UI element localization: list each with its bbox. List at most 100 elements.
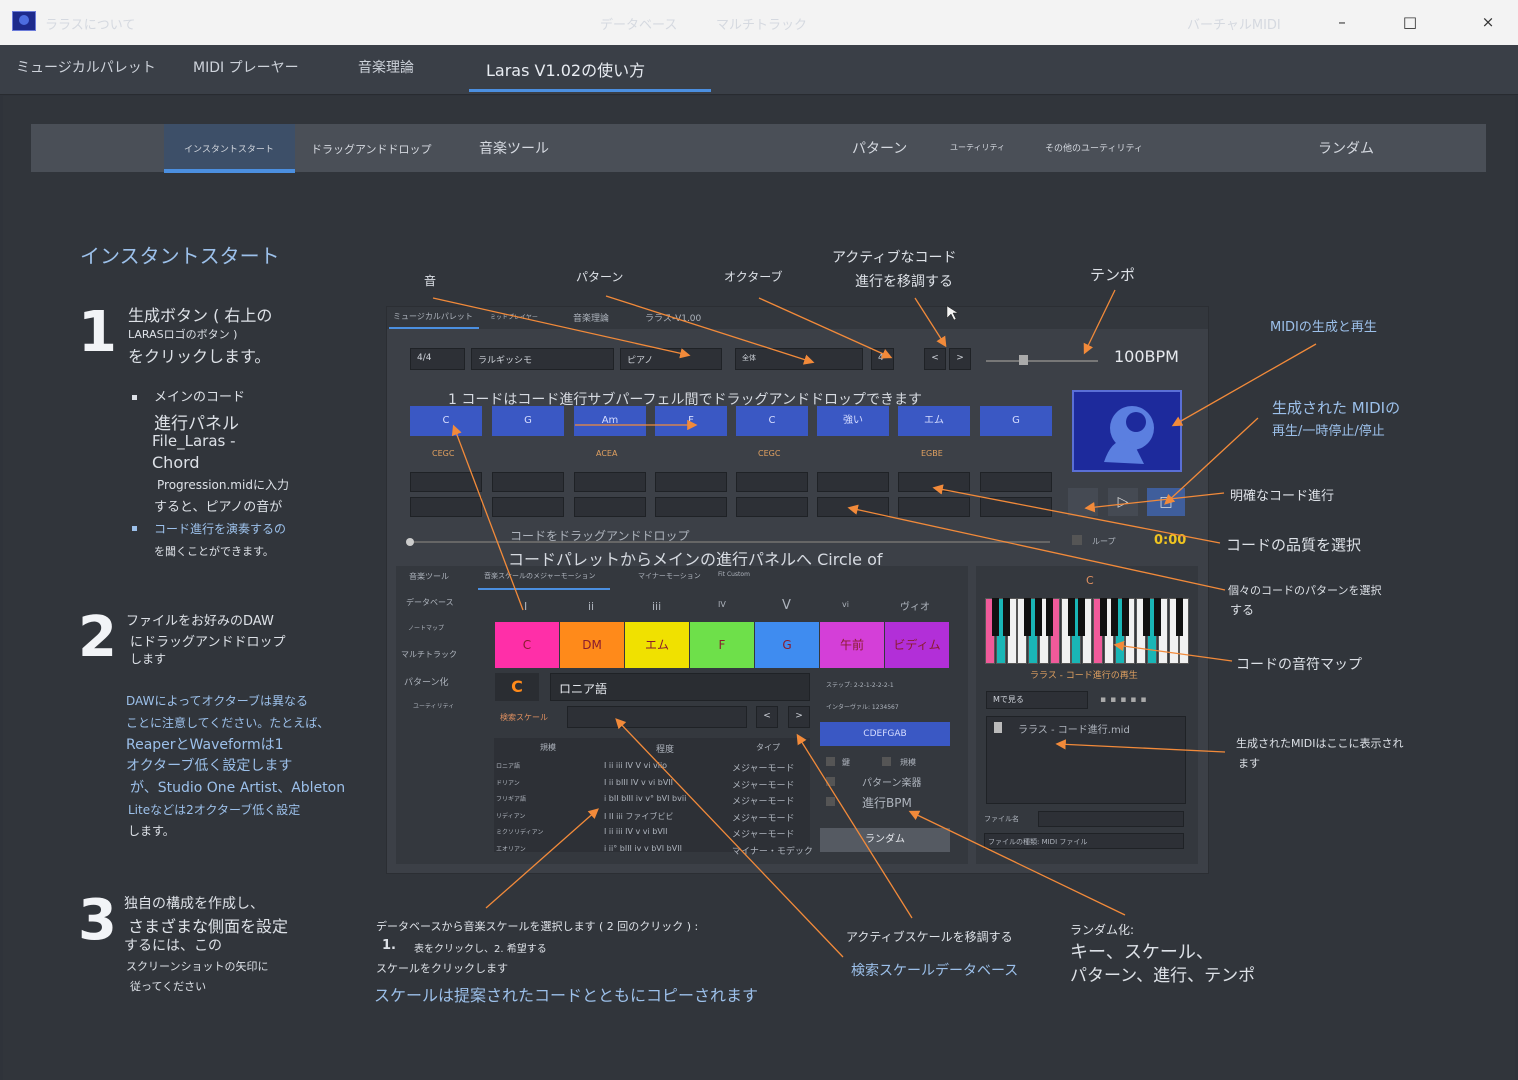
app-quality-select[interactable] — [817, 497, 889, 517]
app-tempo-handle[interactable] — [1019, 355, 1028, 365]
piano-black-key[interactable] — [1078, 598, 1086, 636]
app-palette-chord[interactable]: 午前 — [820, 622, 884, 668]
scale-row-type[interactable]: メジャーモード — [732, 794, 795, 807]
app-scale-prev[interactable]: < — [756, 706, 778, 728]
app-bpm-checkbox[interactable] — [826, 797, 835, 806]
scale-row-name[interactable]: フリギア語 — [496, 794, 526, 803]
piano-black-key[interactable] — [1067, 598, 1075, 636]
app-notes-button[interactable]: CDEFGAB — [820, 722, 950, 746]
subtab-random[interactable]: ランダム — [1318, 138, 1374, 158]
piano-black-key[interactable] — [1143, 598, 1151, 636]
app-side-item[interactable]: ノートマップ — [408, 623, 444, 632]
subtab-utility[interactable]: ユーティリティ — [950, 142, 1005, 153]
piano-black-key[interactable] — [1100, 598, 1107, 636]
app-laras-logo-button[interactable] — [1072, 390, 1182, 472]
app-pattern-select[interactable] — [410, 472, 482, 492]
stop-icon[interactable]: □ — [1147, 488, 1185, 516]
app-scale-checkbox[interactable] — [882, 757, 891, 766]
app-palette-chord[interactable]: ビディム — [885, 622, 949, 668]
app-quality-select[interactable] — [655, 497, 727, 517]
scale-row-degrees[interactable]: i bII bIII iv v° bVI bvii — [604, 794, 686, 803]
scale-row-type[interactable]: メジャーモード — [732, 778, 795, 791]
scale-row-degrees[interactable]: i ii° bIII iv v bVI bVII — [604, 844, 682, 853]
tab-music-theory[interactable]: 音楽理論 — [358, 57, 414, 77]
app-search-input[interactable] — [567, 706, 747, 728]
piano-black-key[interactable] — [1035, 598, 1043, 636]
tab-musical-palette[interactable]: ミュージカルパレット — [16, 57, 156, 77]
app-pattern-select[interactable] — [898, 472, 970, 492]
app-scale-next[interactable]: > — [788, 706, 810, 728]
piano-black-key[interactable] — [1024, 598, 1032, 636]
subtab-instant-start[interactable]: インスタントスタート — [184, 142, 274, 155]
app-side-item[interactable]: マルチトラック — [401, 649, 457, 660]
app-scale-tab[interactable]: 音楽スケールのメジャーモーション — [484, 571, 596, 581]
app-quality-select[interactable] — [898, 497, 970, 517]
app-palette-chord[interactable]: C — [495, 622, 559, 668]
app-octave-value[interactable]: 4 — [871, 348, 894, 370]
app-palette-chord[interactable]: G — [755, 622, 819, 668]
app-file-name-input[interactable] — [1038, 811, 1184, 827]
piano-black-key[interactable] — [1110, 598, 1118, 636]
subtab-database[interactable]: データベース — [600, 14, 677, 33]
app-pattern-select[interactable] — [817, 472, 889, 492]
app-key-checkbox[interactable] — [826, 757, 835, 766]
scale-row-type[interactable]: マイナー・モデック — [732, 844, 813, 857]
app-pattern-checkbox[interactable] — [826, 777, 835, 786]
app-midi-file[interactable]: ララス - コード進行.mid — [1018, 721, 1130, 736]
maximize-button[interactable]: □ — [1390, 8, 1430, 36]
app-quality-select[interactable] — [574, 497, 646, 517]
app-quality-select[interactable] — [410, 497, 482, 517]
subtab-music-tools[interactable]: 音楽ツール — [479, 138, 549, 158]
app-palette-chord[interactable]: F — [690, 622, 754, 668]
app-chord-slot[interactable]: Am — [574, 406, 646, 436]
app-scale-tab[interactable]: Fit Custom — [718, 571, 750, 578]
app-chord-slot[interactable]: 強い — [817, 406, 889, 436]
folder-icons[interactable]: ▪▪▪▪▪ — [1100, 695, 1184, 705]
subtab-about[interactable]: ララスについて — [45, 14, 135, 33]
piano-black-key[interactable] — [1046, 598, 1053, 636]
app-quality-select[interactable] — [736, 497, 808, 517]
minimize-button[interactable]: – — [1322, 8, 1362, 36]
app-pattern-select[interactable] — [574, 472, 646, 492]
scale-row-name[interactable]: ドリアン — [496, 778, 520, 787]
app-transport-midi[interactable] — [1068, 488, 1098, 516]
scale-row-degrees[interactable]: I ii iii IV v vi bVII — [604, 827, 668, 836]
app-chord-slot[interactable]: G — [492, 406, 564, 436]
app-meter-combo[interactable]: 4/4 — [410, 348, 465, 370]
scale-row-name[interactable]: ロニア語 — [496, 761, 520, 770]
app-midi-folder-combo[interactable]: Mで見る — [986, 691, 1088, 709]
scale-row-name[interactable]: エオリアン — [496, 844, 526, 853]
scale-row-type[interactable]: メジャーモード — [732, 761, 795, 774]
piano-black-key[interactable] — [992, 598, 999, 636]
subtab-virtual-midi[interactable]: バーチャルMIDI — [1187, 14, 1281, 33]
app-side-item[interactable]: パターン化 — [404, 675, 449, 688]
app-pattern-select[interactable] — [492, 472, 564, 492]
play-icon[interactable]: ▷ — [1108, 488, 1138, 516]
subtab-other-utility[interactable]: その他のユーティリティ — [1045, 141, 1143, 154]
scale-row-type[interactable]: メジャーモード — [732, 827, 795, 840]
app-instrument-combo[interactable]: ピアノ — [620, 348, 722, 370]
app-palette-chord[interactable]: DM — [560, 622, 624, 668]
scale-row-degrees[interactable]: I II iii ファイブビビ — [604, 811, 673, 822]
app-position-slider[interactable] — [410, 541, 1050, 543]
app-chord-slot[interactable]: C — [410, 406, 482, 436]
scale-row-degrees[interactable]: I ii iii IV V vi viio — [604, 761, 667, 770]
scale-row-degrees[interactable]: I ii bIII IV v vi bVII — [604, 778, 673, 787]
scale-row-type[interactable]: メジャーモード — [732, 811, 795, 824]
close-button[interactable]: × — [1468, 8, 1508, 36]
app-chord-slot[interactable]: エム — [898, 406, 970, 436]
piano-black-key[interactable] — [1121, 598, 1129, 636]
app-palette-chord[interactable]: エム — [625, 622, 689, 668]
scale-row-name[interactable]: リディアン — [496, 811, 525, 820]
piano-black-key[interactable] — [1175, 598, 1183, 636]
app-scale-tab[interactable]: マイナーモーション — [638, 571, 701, 581]
subtab-drag-drop[interactable]: ドラッグアンドドロップ — [311, 141, 432, 157]
app-side-item[interactable]: 音楽ツール — [409, 571, 449, 582]
app-pattern-select[interactable] — [736, 472, 808, 492]
app-pattern-select[interactable] — [655, 472, 727, 492]
app-progression-combo[interactable]: ラルギッシモ — [471, 348, 614, 370]
app-chord-slot[interactable]: F — [655, 406, 727, 436]
app-transpose-prev[interactable]: < — [924, 348, 946, 370]
subtab-multitrack[interactable]: マルチトラック — [716, 14, 807, 33]
app-tempo-slider[interactable] — [986, 360, 1098, 362]
